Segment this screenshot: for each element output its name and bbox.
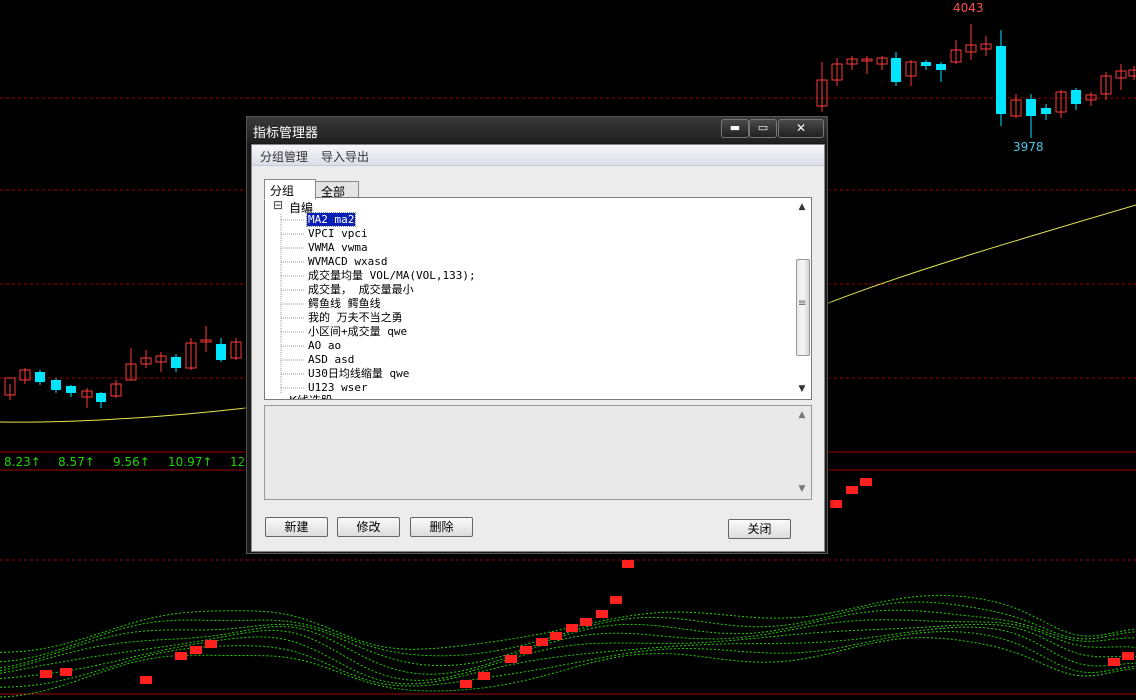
tree-item[interactable]: ASD asd: [307, 353, 355, 366]
indicator-red-block: [520, 646, 532, 654]
new-button[interactable]: 新建: [265, 517, 328, 537]
tree-item[interactable]: VPCI vpci: [307, 227, 369, 240]
candle-body: [936, 64, 946, 70]
menu-group-manage[interactable]: 分组管理: [260, 148, 308, 165]
indicator-red-block: [60, 668, 72, 676]
indicator-tree: ⊟ 自编 MA2 ma2 VPCI vpci VWMA vwma WVMACD …: [264, 197, 812, 400]
candle-body: [1041, 108, 1051, 114]
candle-body: [51, 380, 61, 390]
title-bar[interactable]: 指标管理器 ▬ ▭ ✕: [247, 117, 827, 143]
candle-body: [1128, 69, 1136, 77]
candle-body: [96, 393, 106, 402]
indicator-red-block: [536, 638, 548, 646]
moving-average-line-right: [825, 204, 1136, 305]
indicator-red-block: [505, 655, 517, 663]
indicator-red-block: [460, 680, 472, 688]
close-window-button[interactable]: ✕: [778, 119, 824, 138]
tab-group[interactable]: 分组: [264, 179, 316, 200]
candle-body: [1026, 99, 1036, 116]
indicator-red-block: [566, 624, 578, 632]
indicator-red-block: [205, 640, 217, 648]
candle-body: [1071, 90, 1081, 104]
indicator-red-block: [175, 652, 187, 660]
indicator-value: 10.97↑: [168, 455, 213, 469]
scroll-grip-icon: ≡: [798, 298, 807, 309]
menu-import-export[interactable]: 导入导出: [321, 148, 369, 165]
tree-item[interactable]: 成交量均量 VOL/MA(VOL,133);: [307, 269, 477, 282]
description-scrollbar[interactable]: ▲ ▼: [794, 406, 810, 499]
candle-body: [66, 386, 76, 393]
tree-item[interactable]: U30日均线缩量 qwe: [307, 367, 410, 380]
indicator-red-block: [846, 486, 858, 494]
tree-item[interactable]: MA2 ma2: [305, 212, 357, 227]
modify-button[interactable]: 修改: [337, 517, 400, 537]
tree-item[interactable]: WVMACD wxasd: [307, 255, 388, 268]
indicator-value: 9.56↑: [113, 455, 150, 469]
menu-bar: 分组管理 导入导出: [252, 145, 824, 166]
tree-scrollbar[interactable]: ▲ ≡ ▼: [794, 198, 810, 399]
dialog-client-area: 分组管理 导入导出 分组 全部 ⊟ 自编 MA2 ma2 VPCI vpci V…: [251, 144, 825, 552]
scroll-thumb[interactable]: ≡: [796, 259, 810, 356]
indicator-ribbon-line: [0, 637, 1136, 698]
indicator-manager-dialog: 指标管理器 ▬ ▭ ✕ 分组管理 导入导出 分组 全部 ⊟ 自编 MA2 ma2…: [246, 116, 828, 554]
indicator-red-block: [580, 618, 592, 626]
dialog-title: 指标管理器: [253, 126, 319, 141]
indicator-red-block: [596, 610, 608, 618]
tree-item[interactable]: 小区间+成交量 qwe: [307, 325, 408, 338]
scroll-up-arrow-icon[interactable]: ▲: [794, 202, 810, 212]
indicator-red-block: [1122, 652, 1134, 660]
candle-body: [35, 372, 45, 382]
close-button[interactable]: 关闭: [728, 519, 791, 539]
tree-item[interactable]: 鳄鱼线 鳄鱼线: [307, 297, 382, 310]
indicator-red-block: [478, 672, 490, 680]
tree-collapse-icon[interactable]: ⊟: [273, 198, 283, 212]
indicator-ribbon: [0, 594, 1136, 698]
price-low-label: 3978: [1013, 140, 1044, 154]
tab-group-label: 分组: [270, 184, 295, 198]
scroll-down-arrow-icon[interactable]: ▼: [794, 384, 810, 394]
tree-item[interactable]: VWMA vwma: [307, 241, 369, 254]
indicator-red-block: [550, 632, 562, 640]
tree-item[interactable]: 成交量， 成交量最小: [307, 283, 415, 296]
candle-body: [171, 357, 181, 368]
candle-body: [921, 62, 931, 66]
indicator-value: 8.57↑: [58, 455, 95, 469]
indicator-ribbon-line: [0, 626, 1136, 685]
indicator-red-block: [140, 676, 152, 684]
indicator-ribbon-line: [0, 594, 1136, 653]
indicator-value: 8.23↑: [4, 455, 41, 469]
indicator-red-block: [830, 500, 842, 508]
minimize-button[interactable]: ▬: [721, 119, 749, 138]
candle-body: [216, 344, 226, 360]
desc-scroll-down-arrow-icon[interactable]: ▼: [794, 484, 810, 494]
indicator-description-box[interactable]: ▲ ▼: [264, 405, 812, 500]
tree-group-partial[interactable]: K线选股: [289, 392, 333, 399]
indicator-red-block: [860, 478, 872, 486]
moving-average-line: [0, 407, 247, 423]
indicator-red-block: [1108, 658, 1120, 666]
maximize-button[interactable]: ▭: [749, 119, 777, 138]
indicator-red-block: [622, 560, 634, 568]
candle-body: [996, 46, 1006, 114]
indicator-ribbon-line: [0, 631, 1136, 688]
indicator-red-block: [190, 646, 202, 654]
indicator-red-block: [610, 596, 622, 604]
price-high-label: 4043: [953, 1, 984, 15]
candle-body: [891, 58, 901, 82]
delete-button[interactable]: 删除: [410, 517, 473, 537]
indicator-value: 12: [230, 455, 246, 469]
tree-item[interactable]: AO ao: [307, 339, 342, 352]
desc-scroll-up-arrow-icon[interactable]: ▲: [794, 410, 810, 420]
tree-item[interactable]: 我的 万夫不当之勇: [307, 311, 404, 324]
indicator-red-block: [40, 670, 52, 678]
